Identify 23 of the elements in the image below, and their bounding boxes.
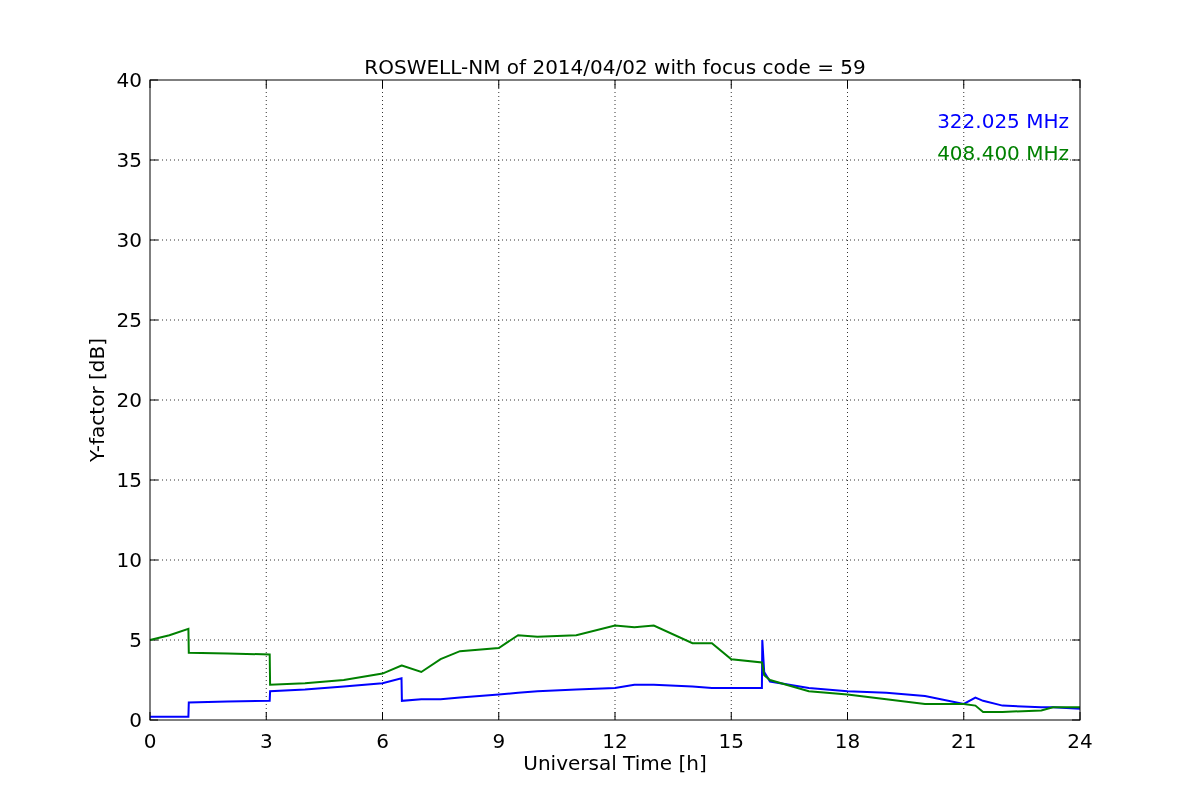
y-tick-label: 10: [116, 548, 142, 572]
x-axis-title: Universal Time [h]: [523, 751, 707, 775]
y-tick-label: 30: [116, 228, 142, 252]
y-tick-label: 40: [116, 68, 142, 92]
x-tick-label: 6: [376, 729, 389, 753]
y-tick-label: 25: [116, 308, 142, 332]
chart-title: ROSWELL-NM of 2014/04/02 with focus code = 59: [364, 55, 866, 79]
y-tick-label: 15: [116, 468, 142, 492]
y-tick-label: 35: [116, 148, 142, 172]
x-tick-label: 18: [834, 729, 861, 753]
x-tick-label: 24: [1067, 729, 1093, 753]
y-axis-title: Y-factor [dB]: [85, 338, 109, 462]
y-tick-label: 0: [129, 708, 142, 732]
y-tick-label: 5: [129, 628, 142, 652]
y-tick-label: 20: [116, 388, 142, 412]
x-tick-label: 0: [143, 729, 157, 753]
x-tick-label: 21: [951, 729, 977, 753]
x-tick-label: 12: [602, 729, 628, 753]
x-tick-label: 15: [718, 729, 744, 753]
x-tick-label: 3: [259, 729, 273, 753]
legend-label: 408.400 MHz: [937, 141, 1069, 165]
x-tick-label: 9: [492, 729, 506, 753]
legend-label: 322.025 MHz: [937, 109, 1069, 133]
